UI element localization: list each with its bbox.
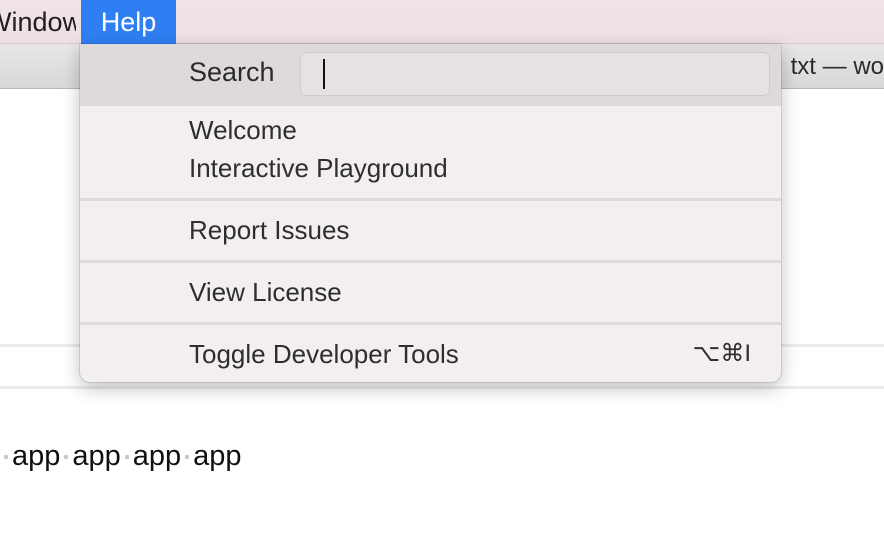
menu-item-label: Report Issues [189, 215, 350, 245]
help-search-row: Search [80, 44, 781, 106]
menubar-help[interactable]: Help [81, 0, 176, 44]
menu-separator [80, 322, 781, 325]
help-menu-dropdown: Search Welcome Interactive Playground Re… [80, 44, 781, 382]
code-token: app [193, 440, 242, 472]
menubar-window-label: Window [0, 7, 76, 37]
menu-item-interactive-playground[interactable]: Interactive Playground [80, 150, 781, 186]
text-caret [323, 59, 325, 89]
code-token: app [72, 440, 121, 472]
menu-separator [80, 198, 781, 201]
code-token: app [12, 440, 61, 472]
menu-separator [80, 260, 781, 263]
help-search-input[interactable] [300, 52, 770, 96]
whitespace-dot [64, 455, 69, 460]
code-token: app [132, 440, 182, 472]
menu-item-label: Toggle Developer Tools [189, 339, 459, 369]
menubar-window[interactable]: Window [0, 0, 76, 44]
keyboard-shortcut: ⌥⌘I [692, 340, 751, 367]
menu-item-label: Interactive Playground [189, 153, 448, 183]
whitespace-dot [4, 455, 8, 460]
menu-item-toggle-developer-tools[interactable]: Toggle Developer Tools ⌥⌘I [80, 336, 781, 372]
menu-item-label: Welcome [189, 115, 297, 145]
whitespace-dot [124, 455, 129, 460]
menubar-help-label: Help [100, 7, 157, 37]
menu-item-view-license[interactable]: View License [80, 274, 781, 310]
code-line[interactable]: app app app app [0, 440, 242, 473]
editor-divider [0, 386, 884, 389]
menu-item-label: View License [189, 277, 342, 307]
window-title: txt — wo [790, 53, 884, 80]
menu-item-welcome[interactable]: Welcome [80, 112, 781, 148]
menu-bar: Window Help [0, 0, 884, 44]
whitespace-dot [185, 455, 190, 460]
menu-item-report-issues[interactable]: Report Issues [80, 212, 781, 248]
help-search-label: Search [189, 57, 275, 87]
